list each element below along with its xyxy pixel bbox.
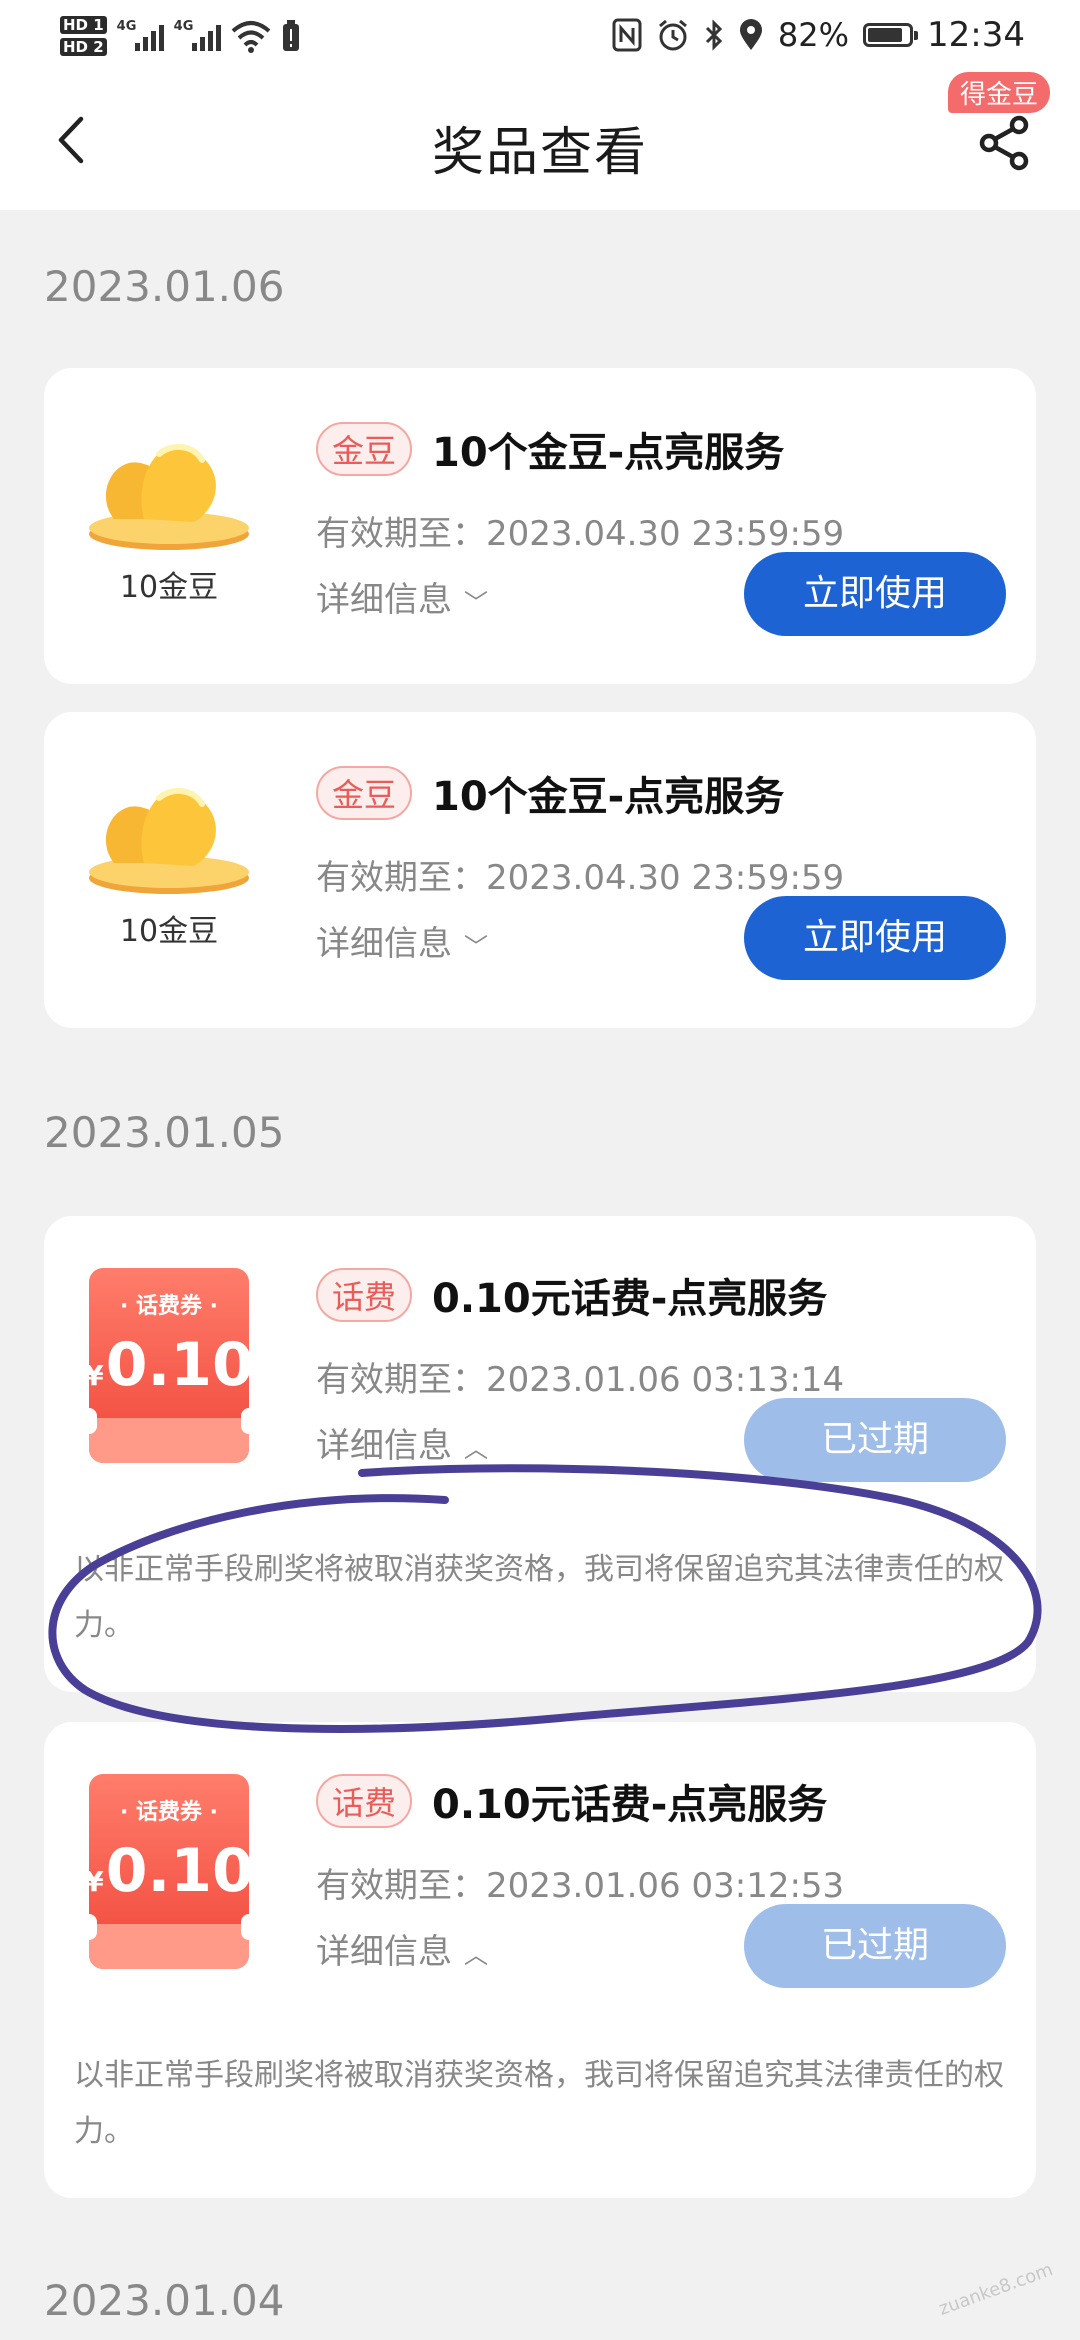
clock: 12:34 (927, 15, 1025, 55)
status-left: HD 1 HD 2 4G 4G (60, 8, 301, 64)
signal-2-icon: 4G (174, 19, 221, 51)
disclaimer-note: 以非正常手段刷奖将被取消获奖资格，我司将保留追究其法律责任的权力。 (74, 2058, 1004, 2149)
coupon-currency: ¥ (84, 1359, 104, 1392)
details-toggle[interactable]: 详细信息 ﹀ (316, 916, 488, 965)
validity-text: 有效期至：2023.04.30 23:59:59 (316, 858, 845, 898)
prize-type-tag: 金豆 (316, 422, 413, 476)
coupon-amount: 0.10 (105, 1836, 254, 1906)
prize-title: 10个金豆-点亮服务 (432, 774, 785, 820)
prize-card: · 话费券 · ¥0.10 话费 0.10元话费-点亮服务 有效期至：2023.… (44, 1722, 1036, 2198)
chevron-up-icon: ︿ (464, 1435, 488, 1463)
bean-thumbnail: 10金豆 (84, 424, 254, 606)
coupon-label: · 话费券 · (119, 1800, 219, 1825)
prize-card: · 话费券 · ¥0.10 话费 0.10元话费-点亮服务 有效期至：2023.… (44, 1216, 1036, 1692)
coupon-thumbnail: · 话费券 · ¥0.10 (81, 1774, 257, 1974)
details-toggle[interactable]: 详细信息 ︿ (316, 1924, 488, 1973)
coupon-thumbnail: · 话费券 · ¥0.10 (81, 1268, 257, 1468)
gold-bean-icon (89, 443, 249, 550)
phone-credit-coupon-icon: · 话费券 · ¥0.10 (81, 1268, 257, 1468)
disclaimer-note: 以非正常手段刷奖将被取消获奖资格，我司将保留追究其法律责任的权力。 (74, 1552, 1004, 1643)
earn-gold-badge[interactable]: 得金豆 (947, 72, 1050, 113)
date-header: 2023.01.06 (44, 262, 285, 311)
chevron-up-icon: ︿ (464, 1941, 488, 1969)
validity-text: 有效期至：2023.01.06 03:12:53 (316, 1866, 845, 1906)
coupon-amount: 0.10 (105, 1330, 254, 1400)
nav-bar: 奖品查看 得金豆 (0, 70, 1080, 210)
prize-type-tag: 话费 (316, 1774, 413, 1828)
prize-title: 0.10元话费-点亮服务 (432, 1782, 828, 1828)
status-bar: HD 1 HD 2 4G 4G 82% 12:34 (0, 0, 1080, 70)
location-icon (739, 19, 762, 50)
battery-icon (863, 23, 919, 47)
share-icon (979, 115, 1029, 171)
details-toggle[interactable]: 详细信息 ﹀ (316, 572, 488, 621)
expired-button[interactable]: 已过期 (744, 1398, 1006, 1482)
watermark: zuanke8.com (936, 2259, 1056, 2320)
signal-1-icon: 4G (117, 19, 164, 51)
gold-bean-icon (89, 787, 249, 894)
alarm-icon (658, 19, 687, 51)
battery-percent: 82% (777, 16, 850, 54)
validity-text: 有效期至：2023.04.30 23:59:59 (316, 514, 845, 554)
bean-thumbnail: 10金豆 (84, 768, 254, 950)
prize-type-tag: 话费 (316, 1268, 413, 1322)
hd2-indicator: HD 2 (60, 38, 107, 56)
wifi-icon (231, 21, 270, 53)
thumbnail-caption: 10金豆 (119, 570, 219, 605)
details-toggle[interactable]: 详细信息 ︿ (316, 1418, 488, 1467)
hd1-indicator: HD 1 (60, 16, 107, 34)
page-title: 奖品查看 (431, 123, 648, 183)
details-label: 详细信息 (316, 924, 452, 964)
prize-title: 10个金豆-点亮服务 (432, 430, 785, 476)
date-header: 2023.01.04 (44, 2276, 285, 2325)
use-now-button[interactable]: 立即使用 (744, 896, 1006, 980)
prize-title: 0.10元话费-点亮服务 (432, 1276, 828, 1322)
details-label: 详细信息 (316, 1932, 452, 1972)
expired-button[interactable]: 已过期 (744, 1904, 1006, 1988)
prize-card: 10金豆 金豆 10个金豆-点亮服务 有效期至：2023.04.30 23:59… (44, 712, 1036, 1028)
chevron-down-icon: ﹀ (464, 933, 488, 961)
bluetooth-icon (705, 19, 723, 51)
share-button[interactable] (972, 110, 1038, 176)
details-label: 详细信息 (316, 580, 452, 620)
details-label: 详细信息 (316, 1426, 452, 1466)
prize-type-tag: 金豆 (316, 766, 413, 820)
validity-text: 有效期至：2023.01.06 03:13:14 (316, 1360, 845, 1400)
chevron-down-icon: ﹀ (464, 589, 488, 617)
status-right: 82% 12:34 (612, 10, 1025, 60)
thumbnail-caption: 10金豆 (119, 914, 219, 949)
coupon-label: · 话费券 · (119, 1294, 219, 1319)
prize-card: 10金豆 金豆 10个金豆-点亮服务 有效期至：2023.04.30 23:59… (44, 368, 1036, 684)
date-header: 2023.01.05 (44, 1108, 285, 1157)
use-now-button[interactable]: 立即使用 (744, 552, 1006, 636)
alert-battery-icon (282, 20, 299, 51)
phone-credit-coupon-icon: · 话费券 · ¥0.10 (81, 1774, 257, 1974)
coupon-currency: ¥ (84, 1865, 104, 1898)
nfc-icon (612, 18, 642, 52)
